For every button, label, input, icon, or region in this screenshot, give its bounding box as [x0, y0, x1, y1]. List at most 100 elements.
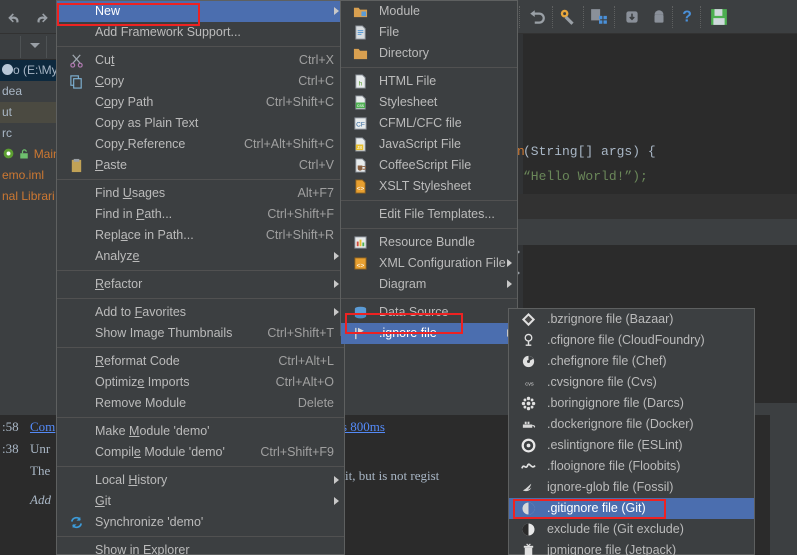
save-all-icon[interactable]: [710, 8, 728, 26]
menu-item[interactable]: .flooignore file (Floobits): [509, 456, 754, 477]
xml-config-icon: <>: [353, 256, 368, 271]
menu-item[interactable]: Add Framework Support...: [57, 22, 344, 43]
menu-separator: [57, 267, 344, 274]
menu-item[interactable]: CoffeeScript File: [341, 155, 517, 176]
menu-item[interactable]: <>XML Configuration File: [341, 253, 517, 274]
menu-item[interactable]: cssStylesheet: [341, 92, 517, 113]
menu-item[interactable]: File: [341, 22, 517, 43]
console-timestamp: :38: [2, 441, 19, 457]
menu-item-label: .bzrignore file (Bazaar): [547, 309, 673, 330]
menu-item[interactable]: Add to Favorites: [57, 302, 344, 323]
menu-item-label: jpmignore file (Jetpack): [547, 540, 676, 555]
darcs-icon: [521, 396, 536, 411]
tree-item[interactable]: emo.iml: [0, 165, 56, 186]
menu-item[interactable]: Optimize ImportsCtrl+Alt+O: [57, 372, 344, 393]
menu-item-label: Refactor: [95, 274, 142, 295]
menu-item-label: Local History: [95, 470, 167, 491]
menu-item[interactable]: hHTML File: [341, 71, 517, 92]
tree-item[interactable]: nal Librari: [0, 186, 56, 207]
menu-item[interactable]: .cfignore file (CloudFoundry): [509, 330, 754, 351]
menu-item[interactable]: .bzrignore file (Bazaar): [509, 309, 754, 330]
menu-item[interactable]: Module: [341, 1, 517, 22]
menu-item-label: Show Image Thumbnails: [95, 323, 232, 344]
submenu-arrow-icon: [507, 280, 512, 288]
help-icon[interactable]: ?: [678, 7, 696, 25]
menu-item[interactable]: .ignore file: [341, 323, 517, 344]
menu-item-shortcut: Ctrl+Shift+R: [266, 225, 334, 246]
menu-item[interactable]: ignore-glob file (Fossil): [509, 477, 754, 498]
git-exclude-icon: [521, 522, 536, 537]
tree-item[interactable]: ut: [0, 102, 56, 123]
menu-item[interactable]: Copy as Plain Text: [57, 113, 344, 134]
chevron-down-icon[interactable]: [30, 43, 40, 48]
project-tree[interactable]: o (E:\MyW dea ut rc Main emo.iml nal Lib…: [0, 60, 56, 403]
project-context-menu[interactable]: NewAdd Framework Support...CutCtrl+XCopy…: [56, 0, 345, 555]
menu-item[interactable]: .boringignore file (Darcs): [509, 393, 754, 414]
undo-icon[interactable]: [6, 10, 24, 28]
menu-item[interactable]: New: [57, 1, 344, 22]
menu-item[interactable]: Show Image Thumbnails Ctrl+Shift+T: [57, 323, 344, 344]
menu-item[interactable]: .eslintignore file (ESLint): [509, 435, 754, 456]
menu-item[interactable]: Copy ReferenceCtrl+Alt+Shift+C: [57, 134, 344, 155]
menu-item[interactable]: Edit File Templates...: [341, 204, 517, 225]
html-file-icon: h: [353, 74, 368, 89]
menu-item-label: Paste: [95, 155, 127, 176]
android-device-icon[interactable]: [650, 8, 668, 26]
menu-item-label: Synchronize 'demo': [95, 512, 203, 533]
menu-item-shortcut: Ctrl+Alt+L: [278, 351, 334, 372]
submenu-arrow-icon: [334, 476, 339, 484]
menu-item[interactable]: jpmignore file (Jetpack): [509, 540, 754, 555]
menu-item[interactable]: .dockerignore file (Docker): [509, 414, 754, 435]
menu-item[interactable]: Find UsagesAlt+F7: [57, 183, 344, 204]
console-link[interactable]: Com: [30, 419, 55, 435]
menu-item[interactable]: Resource Bundle: [341, 232, 517, 253]
menu-item[interactable]: Find in Path...Ctrl+Shift+F: [57, 204, 344, 225]
menu-item[interactable]: Synchronize 'demo': [57, 512, 344, 533]
menu-item[interactable]: Show in Explorer: [57, 540, 344, 555]
tree-item[interactable]: dea: [0, 81, 56, 102]
menu-item[interactable]: Diagram: [341, 274, 517, 295]
menu-item[interactable]: CopyCtrl+C: [57, 71, 344, 92]
bazaar-icon: [521, 312, 536, 327]
menu-item[interactable]: exclude file (Git exclude): [509, 519, 754, 540]
ignore-file-submenu[interactable]: .bzrignore file (Bazaar).cfignore file (…: [508, 308, 755, 555]
menu-item[interactable]: Git: [57, 491, 344, 512]
android-sync-icon[interactable]: [623, 8, 641, 26]
menu-item[interactable]: Make Module 'demo': [57, 421, 344, 442]
menu-item-label: Git: [95, 491, 111, 512]
redo-icon[interactable]: [32, 10, 50, 28]
menu-item-label: exclude file (Git exclude): [547, 519, 684, 540]
menu-item[interactable]: Analyze: [57, 246, 344, 267]
menu-item[interactable]: Data Source: [341, 302, 517, 323]
new-submenu[interactable]: ModuleFileDirectory hHTML FilecssStyleshe…: [340, 0, 518, 336]
tree-item[interactable]: o (E:\MyW: [0, 60, 56, 81]
menu-item[interactable]: Copy PathCtrl+Shift+C: [57, 92, 344, 113]
console-link-duration[interactable]: s 800ms: [342, 419, 385, 435]
cloudfoundry-icon: [521, 333, 536, 348]
cut-icon: [69, 53, 84, 68]
menu-item[interactable]: Directory: [341, 43, 517, 64]
menu-item[interactable]: CFCFML/CFC file: [341, 113, 517, 134]
menu-item[interactable]: cvs.cvsignore file (Cvs): [509, 372, 754, 393]
sdk-manager-icon[interactable]: [559, 8, 577, 26]
tree-item[interactable]: rc: [0, 123, 56, 144]
tree-item-label: ut: [2, 105, 12, 119]
revert-icon[interactable]: [528, 8, 546, 26]
menu-item[interactable]: Replace in Path... Ctrl+Shift+R: [57, 225, 344, 246]
menu-item[interactable]: Reformat CodeCtrl+Alt+L: [57, 351, 344, 372]
menu-item[interactable]: .chefignore file (Chef): [509, 351, 754, 372]
menu-item[interactable]: Remove ModuleDelete: [57, 393, 344, 414]
menu-item-shortcut: Ctrl+Shift+T: [267, 323, 334, 344]
menu-item[interactable]: Compile Module 'demo'Ctrl+Shift+F9: [57, 442, 344, 463]
tree-item[interactable]: Main: [0, 144, 56, 165]
menu-item[interactable]: Local History: [57, 470, 344, 491]
menu-item[interactable]: <>XSLT Stylesheet: [341, 176, 517, 197]
editor-fold-area: [513, 219, 797, 245]
menu-item[interactable]: JSJavaScript File: [341, 134, 517, 155]
menu-item[interactable]: CutCtrl+X: [57, 50, 344, 71]
menu-item[interactable]: Refactor: [57, 274, 344, 295]
menu-item[interactable]: .gitignore file (Git): [509, 498, 754, 519]
avd-manager-icon[interactable]: [590, 8, 608, 26]
menu-item[interactable]: PasteCtrl+V: [57, 155, 344, 176]
menu-item-label: Replace in Path...: [95, 225, 194, 246]
